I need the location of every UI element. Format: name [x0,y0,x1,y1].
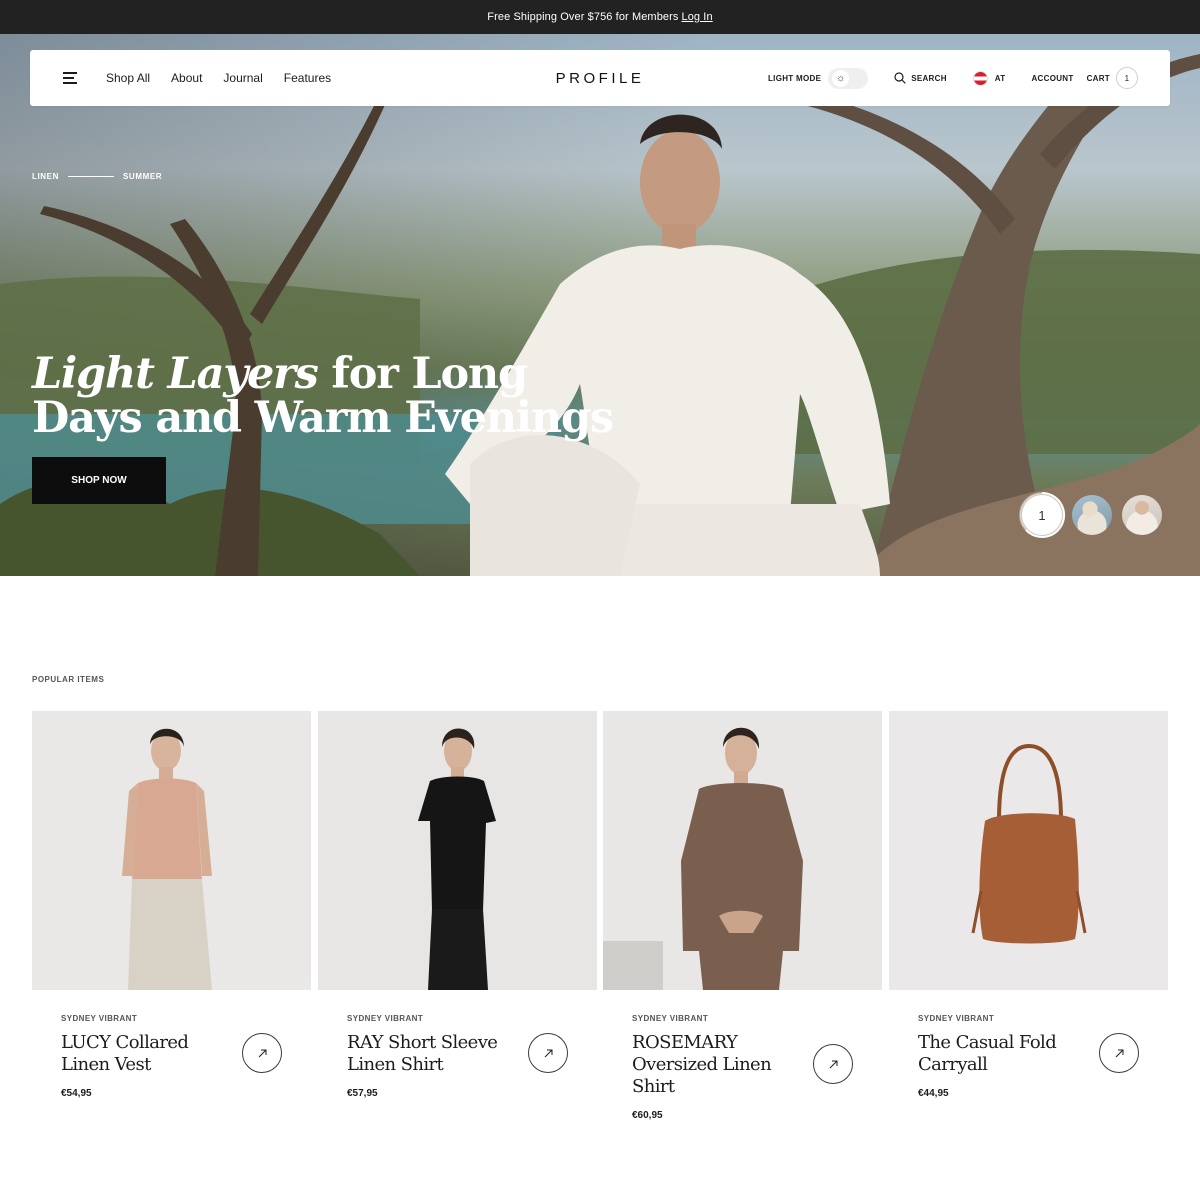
nav-features[interactable]: Features [284,71,331,85]
shop-now-button[interactable]: SHOP NOW [32,457,166,504]
arrow-up-right-icon [258,1049,266,1057]
slide-thumb-1[interactable]: 1 [1022,495,1062,535]
light-mode-toggle[interactable]: LIGHT MODE ☼ [767,67,869,89]
search-label: SEARCH [911,73,947,83]
arrow-up-right-icon [544,1049,552,1057]
product-brand: SYDNEY VIBRANT [632,1014,709,1023]
product-name[interactable]: LUCY Collared Linen Vest [61,1032,231,1076]
product-price: €54,95 [61,1088,92,1099]
cart-label: CART [1086,73,1110,83]
product-name[interactable]: ROSEMARY Oversized Linen Shirt [632,1032,802,1098]
product-name[interactable]: The Casual Fold Carryall [918,1032,1088,1076]
product-image[interactable] [318,711,597,990]
hero-title: Light Layers for Long Days and Warm Even… [32,352,632,440]
product-image[interactable] [603,711,882,990]
product-brand: SYDNEY VIBRANT [347,1014,424,1023]
view-product-button[interactable] [1099,1033,1139,1073]
hero-image [0,54,1200,576]
tagline-divider [68,176,114,177]
announcement-text: Free Shipping Over $756 for Members [487,11,679,23]
product-card: SYDNEY VIBRANT The Casual Fold Carryall … [889,711,1168,1151]
product-price: €44,95 [918,1088,949,1099]
cart-count-badge: 1 [1116,67,1138,89]
locale-label: AT [994,73,1006,83]
toggle-switch[interactable]: ☼ [828,67,869,89]
section-label-popular: POPULAR ITEMS [32,675,105,684]
product-price: €57,95 [347,1088,378,1099]
slide-thumbnails: 1 [1022,495,1162,535]
arrow-up-right-icon [829,1060,837,1068]
product-price: €60,95 [632,1110,663,1121]
view-product-button[interactable] [813,1044,853,1084]
arrow-up-right-icon [1115,1049,1123,1057]
locale-selector[interactable]: AT [972,70,1006,86]
product-card: SYDNEY VIBRANT RAY Short Sleeve Linen Sh… [318,711,597,1151]
nav-shop-all[interactable]: Shop All [106,71,150,85]
site-header: Shop All About Journal Features PROFILE … [30,50,1170,106]
nav-about[interactable]: About [171,71,202,85]
austria-flag-icon [972,70,988,86]
product-image[interactable] [889,711,1168,990]
account-link[interactable]: ACCOUNT [1031,74,1073,83]
hero-title-italic: Light Layers [32,349,319,399]
announcement-bar: Free Shipping Over $756 for Members Log … [0,0,1200,34]
view-product-button[interactable] [242,1033,282,1073]
light-mode-label: LIGHT MODE [767,73,822,83]
header-actions: LIGHT MODE ☼ SEARCH AT ACCOUNT CART 1 [768,50,1138,106]
hero-banner [0,34,1200,576]
hero-tagline: LINEN SUMMER [32,172,162,181]
slide-thumb-2[interactable] [1072,495,1112,535]
tag-summer: SUMMER [123,172,163,181]
view-product-button[interactable] [528,1033,568,1073]
cart-button[interactable]: CART 1 [1087,67,1138,89]
search-icon [894,72,906,84]
product-image[interactable] [32,711,311,990]
slide-thumb-3[interactable] [1122,495,1162,535]
product-card: SYDNEY VIBRANT LUCY Collared Linen Vest … [32,711,311,1151]
product-name[interactable]: RAY Short Sleeve Linen Shirt [347,1032,517,1076]
sun-icon: ☼ [832,69,850,87]
login-link[interactable]: Log In [682,11,713,23]
product-brand: SYDNEY VIBRANT [918,1014,995,1023]
nav-journal[interactable]: Journal [223,71,262,85]
tag-linen: LINEN [32,172,59,181]
product-brand: SYDNEY VIBRANT [61,1014,138,1023]
product-grid: SYDNEY VIBRANT LUCY Collared Linen Vest … [32,711,1168,1151]
search-button[interactable]: SEARCH [894,72,947,84]
product-card: SYDNEY VIBRANT ROSEMARY Oversized Linen … [603,711,882,1151]
main-nav: Shop All About Journal Features [106,50,331,106]
menu-icon[interactable] [63,71,77,84]
